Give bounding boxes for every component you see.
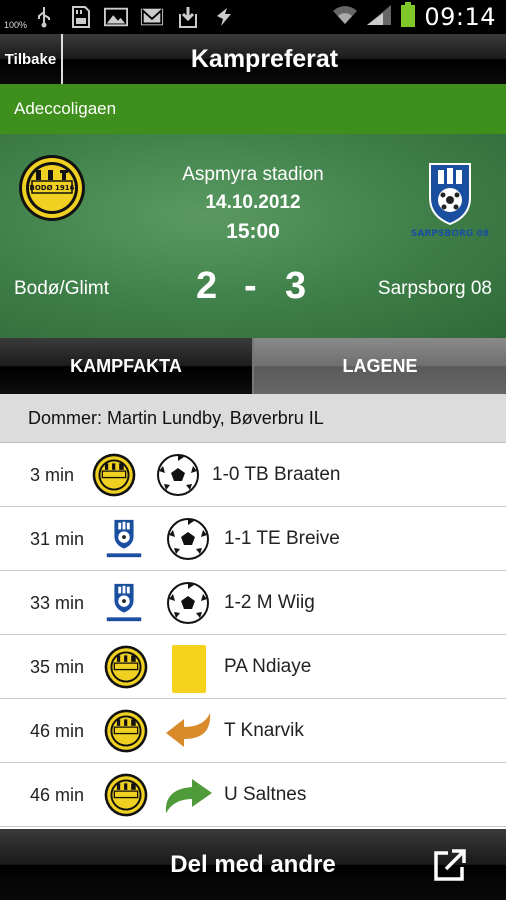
status-bar: 100% 09:14 xyxy=(0,0,506,34)
bodo-glimt-team-icon xyxy=(104,773,148,817)
home-team-name: Bodø/Glimt xyxy=(14,278,110,299)
bodo-glimt-team-icon xyxy=(92,453,136,497)
tab-kampfakta[interactable]: KAMPFAKTA xyxy=(0,338,254,394)
event-row[interactable]: 33 min 1-2 M Wiig xyxy=(0,571,506,635)
tab-bar: KAMPFAKTA LAGENE xyxy=(0,338,506,394)
event-row[interactable]: 31 min 1-1 TE Breive xyxy=(0,507,506,571)
signal-icon xyxy=(366,4,392,31)
match-date: 14.10.2012 xyxy=(205,192,301,213)
yellow-card-icon xyxy=(168,645,212,693)
goal-ball-icon xyxy=(166,517,210,561)
status-bar-left xyxy=(6,0,236,34)
event-minute: 31 min xyxy=(30,528,85,549)
match-time: 15:00 xyxy=(226,220,280,243)
event-text: 1-2 M Wiig xyxy=(224,592,315,613)
score-separator: - xyxy=(244,265,257,307)
league-name: Adeccoligaen xyxy=(0,84,506,134)
venue: Aspmyra stadion xyxy=(182,164,324,185)
sd-card-icon xyxy=(68,6,92,28)
sarpsborg-team-icon xyxy=(102,517,146,561)
event-text: PA Ndiaye xyxy=(224,656,312,677)
away-logo-text: SARPSBORG 08 xyxy=(411,229,489,238)
event-text: 1-1 TE Breive xyxy=(224,528,340,549)
tab-lagene[interactable]: LAGENE xyxy=(254,338,506,394)
title-bar: Tilbake Kampreferat xyxy=(0,34,506,84)
home-logo-text: BODØ 1916 xyxy=(30,184,75,192)
status-bar-right: 09:14 xyxy=(332,0,496,34)
share-button[interactable]: Del med andre xyxy=(0,829,506,900)
event-row[interactable]: 35 min PA Ndiaye xyxy=(0,635,506,699)
event-minute: 3 min xyxy=(30,464,75,485)
event-row[interactable]: 3 min 1-0 TB Braaten xyxy=(0,443,506,507)
sarpsborg-team-icon xyxy=(102,581,146,625)
usb-icon xyxy=(32,6,56,28)
sync-icon xyxy=(212,6,236,28)
sarpsborg-logo: SARPSBORG 08 xyxy=(404,160,496,239)
bodo-glimt-team-icon xyxy=(104,709,148,753)
event-text: 1-0 TB Braaten xyxy=(212,464,341,485)
event-row[interactable]: 46 min U Saltnes xyxy=(0,763,506,827)
share-label: Del med andre xyxy=(170,850,336,878)
home-score: 2 xyxy=(196,265,218,307)
bodo-glimt-team-icon xyxy=(104,645,148,689)
share-external-icon xyxy=(432,847,468,883)
away-team-name: Sarpsborg 08 xyxy=(377,278,492,299)
event-text: T Knarvik xyxy=(224,720,304,741)
substitution-out-arrow-icon xyxy=(164,709,211,753)
gmail-icon xyxy=(140,6,164,28)
event-minute: 46 min xyxy=(30,720,85,741)
bodo-glimt-logo: BODØ 1916 xyxy=(18,154,86,222)
back-button[interactable]: Tilbake xyxy=(0,34,63,84)
event-text: U Saltnes xyxy=(224,784,307,805)
substitution-in-arrow-icon xyxy=(162,773,212,817)
event-list: 3 min 1-0 TB Braaten 31 min 1-1 TE Breiv… xyxy=(0,443,506,827)
event-row[interactable]: 46 min T Knarvik xyxy=(0,699,506,763)
download-icon xyxy=(176,6,200,28)
away-score: 3 xyxy=(285,265,307,307)
battery-icon xyxy=(400,1,416,33)
event-minute: 35 min xyxy=(30,656,85,677)
goal-ball-icon xyxy=(156,453,200,497)
event-minute: 33 min xyxy=(30,592,85,613)
match-header: BODØ 1916 Aspmyra stadion 14.10.2012 15:… xyxy=(0,134,506,338)
status-clock: 09:14 xyxy=(424,3,496,31)
event-minute: 46 min xyxy=(30,784,85,805)
page-title: Kampreferat xyxy=(190,44,339,73)
battery-percent-text: 100% xyxy=(4,20,28,30)
referee-info: Dommer: Martin Lundby, Bøverbru IL xyxy=(0,394,506,443)
goal-ball-icon xyxy=(166,581,210,625)
image-icon xyxy=(104,6,128,28)
wifi-icon xyxy=(332,4,358,31)
